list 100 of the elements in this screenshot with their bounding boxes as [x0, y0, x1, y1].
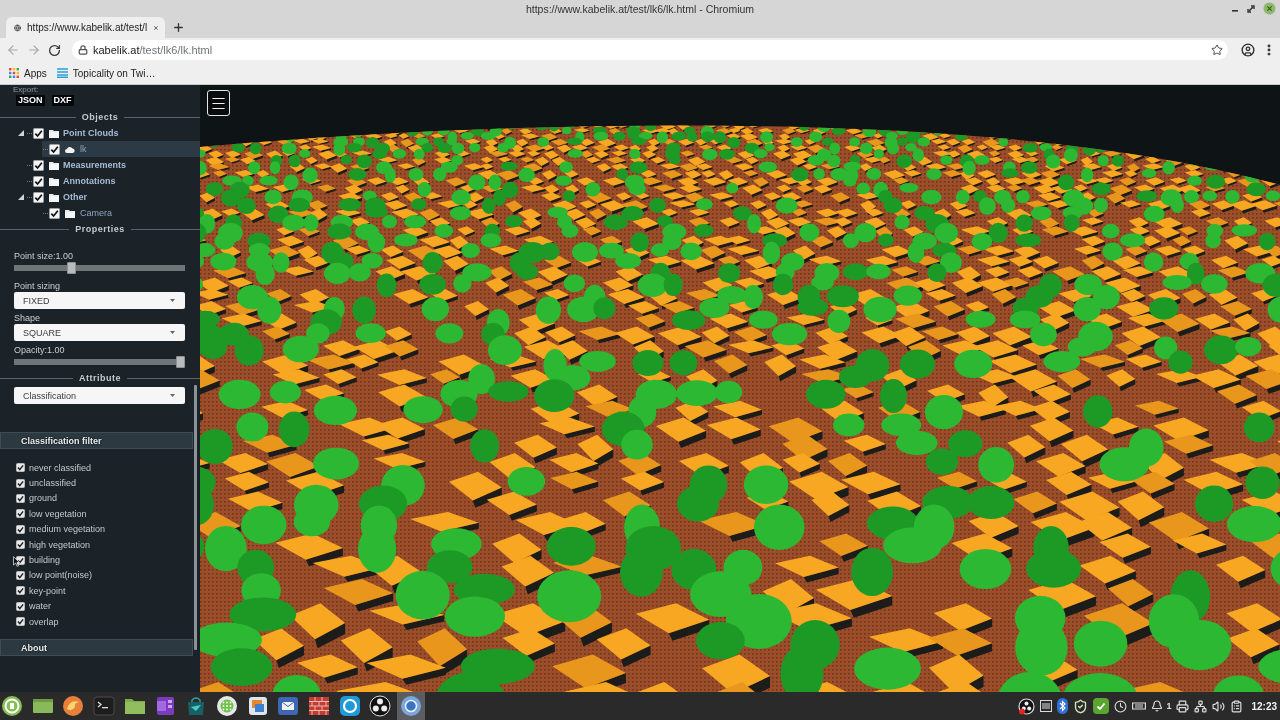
filter-label[interactable]: building: [29, 555, 61, 566]
tree-item[interactable]: Camera: [42, 205, 200, 221]
network-card-icon[interactable]: [1132, 701, 1147, 711]
bookmark-link[interactable]: Apps: [9, 67, 47, 79]
recorder-icon[interactable]: [1018, 697, 1036, 715]
caret-icon: [170, 331, 175, 334]
filter-label[interactable]: never classified: [29, 462, 92, 473]
bookmark-link[interactable]: Topicality on Twi…: [56, 67, 156, 79]
checkbox[interactable]: [49, 207, 60, 219]
clock-icon[interactable]: [1114, 699, 1128, 713]
checkbox[interactable]: [16, 601, 25, 611]
restore-icon[interactable]: [1247, 4, 1255, 13]
section-title: Objects: [81, 112, 119, 122]
apps-grid-icon: [9, 68, 19, 78]
checkbox[interactable]: [33, 175, 44, 187]
tree-item[interactable]: Point Clouds: [26, 125, 200, 141]
window-title: https://www.kabelik.at/test/lk6/lk.html - Chromium: [525, 2, 755, 15]
checkbox[interactable]: [49, 143, 60, 155]
scrollbar-thumb[interactable]: [194, 385, 197, 650]
notebook-icon[interactable]: [154, 695, 177, 717]
browser-tab[interactable]: https://www.kabelik.at/test/l: [6, 17, 165, 38]
filter-label[interactable]: low vegetation: [29, 508, 87, 519]
three-dot-circle-icon[interactable]: [369, 695, 392, 717]
mail-icon[interactable]: [277, 695, 300, 717]
export-button[interactable]: DXF: [51, 94, 74, 106]
section-title: Properties: [75, 224, 125, 234]
checkbox[interactable]: [16, 524, 25, 534]
tree-item[interactable]: Annotations: [26, 173, 200, 189]
slider-label: Opacity:1.00: [14, 345, 66, 355]
checkbox[interactable]: [16, 478, 25, 488]
slider-thumb[interactable]: [67, 262, 77, 274]
shield-check-icon[interactable]: [1073, 698, 1089, 714]
folder-icon: [49, 176, 59, 186]
notification-count: 1: [1166, 701, 1172, 711]
menu-button[interactable]: [207, 90, 230, 116]
slider-thumb[interactable]: [176, 356, 185, 368]
reload-icon[interactable]: [48, 43, 61, 57]
overlapping-screens-icon[interactable]: [246, 695, 269, 717]
filter-label[interactable]: overlap: [29, 616, 59, 627]
filter-label[interactable]: low point(noise): [29, 570, 93, 581]
mouse-cursor-icon: [13, 556, 20, 567]
checkbox[interactable]: [33, 127, 44, 139]
checkbox[interactable]: [16, 586, 25, 596]
caret-icon: [170, 394, 175, 397]
checkbox[interactable]: [33, 191, 44, 203]
address-field[interactable]: kabelik.at/test/lk6/lk.html: [72, 40, 1228, 60]
folder-icon: [65, 208, 75, 218]
tree-item[interactable]: Measurements: [26, 157, 200, 173]
brick-wall-icon[interactable]: [307, 695, 330, 717]
field-label: Point sizing: [14, 281, 62, 291]
filter-label[interactable]: ground: [29, 493, 58, 504]
bell-icon[interactable]: [1151, 700, 1164, 712]
bookmark-star-icon[interactable]: [1211, 44, 1223, 56]
filter-label[interactable]: key-point: [29, 585, 66, 596]
slider-track[interactable]: [14, 262, 185, 274]
profile-icon[interactable]: [1241, 43, 1255, 57]
browser-orb-icon[interactable]: [396, 692, 425, 720]
tree-item[interactable]: lk: [42, 141, 200, 157]
expander-triangle-icon[interactable]: [18, 130, 24, 136]
folder-icon: [49, 160, 59, 170]
checkbox[interactable]: [16, 617, 25, 627]
flame-circle-icon[interactable]: [62, 695, 85, 717]
checkbox[interactable]: [33, 159, 44, 171]
printer-icon[interactable]: [1176, 699, 1190, 713]
filter-label[interactable]: high vegetation: [29, 539, 91, 550]
field-label: Shape: [14, 313, 42, 323]
new-tab-icon[interactable]: [172, 21, 185, 34]
slider-track[interactable]: [14, 356, 185, 368]
clipboard-icon[interactable]: [1230, 699, 1244, 713]
filter-label[interactable]: medium vegetation: [29, 524, 106, 535]
tree-item[interactable]: Other: [26, 189, 200, 205]
section-title: Attribute: [79, 373, 121, 383]
cloud-icon: [65, 145, 75, 153]
ring-tile-icon[interactable]: [338, 695, 361, 717]
clock-time[interactable]: 12:23: [1251, 700, 1277, 712]
dropdown[interactable]: Classification: [14, 387, 185, 404]
bluetooth-icon[interactable]: [1057, 698, 1069, 714]
checkbox[interactable]: [16, 570, 25, 580]
close-icon[interactable]: [1263, 2, 1276, 15]
checkbox[interactable]: [16, 463, 25, 473]
dropdown[interactable]: SQUARE: [14, 324, 185, 341]
checkbox[interactable]: [16, 540, 25, 550]
filter-label[interactable]: unclassified: [29, 478, 77, 489]
accordion-header[interactable]: About: [0, 639, 193, 657]
export-button[interactable]: JSON: [16, 94, 45, 106]
volume-icon[interactable]: [1212, 699, 1226, 713]
dropdown[interactable]: FIXED: [14, 292, 185, 309]
network-icon[interactable]: [1194, 699, 1208, 713]
globe-icon: [14, 21, 22, 34]
caret-icon: [170, 299, 175, 302]
filter-label[interactable]: water: [29, 601, 51, 612]
checkbox[interactable]: [16, 493, 25, 503]
accordion-header[interactable]: Classification filter: [0, 432, 193, 449]
checkbox[interactable]: [16, 509, 25, 519]
expander-triangle-icon[interactable]: [18, 194, 24, 200]
check-tile-icon[interactable]: [1093, 698, 1110, 714]
panel-icon[interactable]: [1040, 700, 1053, 712]
dot-grid-icon[interactable]: [215, 695, 238, 717]
terminal-icon[interactable]: [93, 695, 116, 717]
ring-logo-icon[interactable]: [1, 695, 23, 717]
